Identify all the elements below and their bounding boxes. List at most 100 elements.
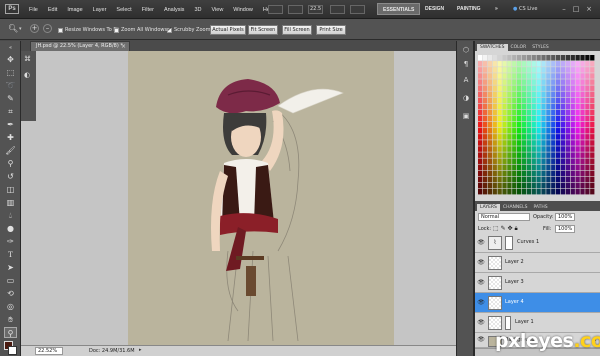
color-swatch[interactable]	[507, 128, 512, 134]
color-swatch[interactable]	[526, 109, 532, 116]
color-swatch[interactable]	[570, 61, 575, 67]
color-swatch[interactable]	[585, 146, 590, 152]
color-swatch[interactable]	[556, 103, 561, 110]
color-swatch[interactable]	[531, 134, 536, 140]
color-swatch[interactable]	[590, 73, 595, 79]
color-swatch[interactable]	[590, 85, 595, 91]
color-swatch[interactable]	[580, 79, 585, 85]
opacity-field[interactable]: 100%	[555, 213, 575, 221]
color-swatch[interactable]	[482, 85, 488, 91]
color-swatch[interactable]	[546, 170, 551, 177]
color-swatch[interactable]	[482, 115, 488, 122]
color-swatch[interactable]	[580, 152, 585, 158]
color-swatch[interactable]	[565, 73, 571, 79]
color-swatch[interactable]	[482, 55, 488, 61]
color-swatch[interactable]	[560, 85, 566, 91]
status-menu-arrow-icon[interactable]: ▸	[139, 347, 142, 353]
color-swatch[interactable]	[536, 91, 541, 98]
color-swatch[interactable]	[531, 73, 536, 79]
color-swatch[interactable]	[502, 176, 507, 183]
color-swatch[interactable]	[497, 182, 502, 189]
color-swatch[interactable]	[497, 115, 502, 122]
color-swatch[interactable]	[492, 146, 497, 152]
color-swatch[interactable]	[585, 128, 590, 134]
color-swatch[interactable]	[556, 67, 561, 73]
color-swatch[interactable]	[590, 97, 595, 104]
color-swatch[interactable]	[517, 115, 522, 122]
color-swatch[interactable]	[521, 152, 527, 158]
shape-tool-icon[interactable]: ▭	[4, 275, 17, 286]
color-swatch[interactable]	[502, 158, 507, 164]
color-swatch[interactable]	[546, 176, 551, 183]
color-swatch[interactable]	[580, 115, 585, 122]
color-swatch[interactable]	[507, 61, 512, 67]
color-swatch[interactable]	[502, 67, 507, 73]
color-swatch[interactable]	[497, 170, 502, 177]
color-swatch[interactable]	[556, 85, 561, 91]
color-swatch[interactable]	[570, 188, 575, 195]
color-swatch[interactable]	[541, 188, 546, 195]
color-swatch[interactable]	[590, 152, 595, 158]
color-swatch[interactable]	[536, 182, 541, 189]
color-swatch[interactable]	[551, 85, 556, 91]
color-swatch[interactable]	[502, 61, 507, 67]
color-swatch[interactable]	[487, 85, 493, 91]
color-swatch[interactable]	[492, 152, 497, 158]
color-swatch[interactable]	[507, 152, 512, 158]
color-swatch[interactable]	[590, 109, 595, 116]
color-swatch[interactable]	[585, 79, 590, 85]
arrange-documents-button[interactable]	[330, 5, 345, 14]
minimize-icon[interactable]: –	[560, 5, 568, 13]
color-swatch[interactable]	[531, 109, 536, 116]
color-swatch[interactable]	[590, 188, 595, 195]
color-swatch[interactable]	[478, 152, 483, 158]
color-swatch[interactable]	[565, 103, 571, 110]
close-document-icon[interactable]: ×	[121, 42, 126, 51]
color-swatch[interactable]	[526, 182, 532, 189]
3d-panel-icon[interactable]: ⬡	[461, 45, 471, 55]
color-swatch[interactable]	[482, 91, 488, 98]
color-swatch[interactable]	[585, 115, 590, 122]
gradient-tool-icon[interactable]: ▥	[4, 197, 17, 208]
color-swatch[interactable]	[531, 91, 536, 98]
color-swatch[interactable]	[565, 152, 571, 158]
color-swatch[interactable]	[590, 182, 595, 189]
color-swatch[interactable]	[492, 61, 497, 67]
color-swatch[interactable]	[536, 67, 541, 73]
color-swatch[interactable]	[556, 97, 561, 104]
color-swatch[interactable]	[565, 170, 571, 177]
color-swatch[interactable]	[560, 134, 566, 140]
color-swatch[interactable]	[536, 176, 541, 183]
screen-mode-button[interactable]	[350, 5, 365, 14]
color-swatch[interactable]	[526, 140, 532, 146]
color-swatch[interactable]	[570, 164, 575, 171]
color-swatch[interactable]	[507, 146, 512, 152]
color-swatch[interactable]	[478, 97, 483, 104]
color-swatch[interactable]	[556, 128, 561, 134]
color-swatch[interactable]	[517, 79, 522, 85]
color-swatch[interactable]	[546, 182, 551, 189]
color-swatch[interactable]	[521, 97, 527, 104]
color-swatch[interactable]	[512, 140, 517, 146]
color-swatch[interactable]	[565, 61, 571, 67]
color-swatch[interactable]	[575, 115, 580, 122]
minibridge-button[interactable]	[288, 5, 303, 14]
color-swatch[interactable]	[517, 55, 522, 61]
color-swatch[interactable]	[565, 67, 571, 73]
color-swatch[interactable]	[560, 164, 566, 171]
color-swatch[interactable]	[570, 79, 575, 85]
lock-icons[interactable]: ⬚ ✎ ✥ 🔒︎	[493, 225, 518, 233]
color-swatch[interactable]	[497, 109, 502, 116]
color-swatch[interactable]	[487, 97, 493, 104]
swatch-grid[interactable]	[478, 55, 595, 195]
color-swatch[interactable]	[502, 103, 507, 110]
color-swatch[interactable]	[502, 146, 507, 152]
color-swatch[interactable]	[580, 85, 585, 91]
color-swatch[interactable]	[541, 97, 546, 104]
color-swatch[interactable]	[502, 128, 507, 134]
color-swatch[interactable]	[507, 188, 512, 195]
color-swatch[interactable]	[487, 121, 493, 128]
color-swatch[interactable]	[478, 164, 483, 171]
color-swatch[interactable]	[497, 158, 502, 164]
color-swatch[interactable]	[521, 188, 527, 195]
